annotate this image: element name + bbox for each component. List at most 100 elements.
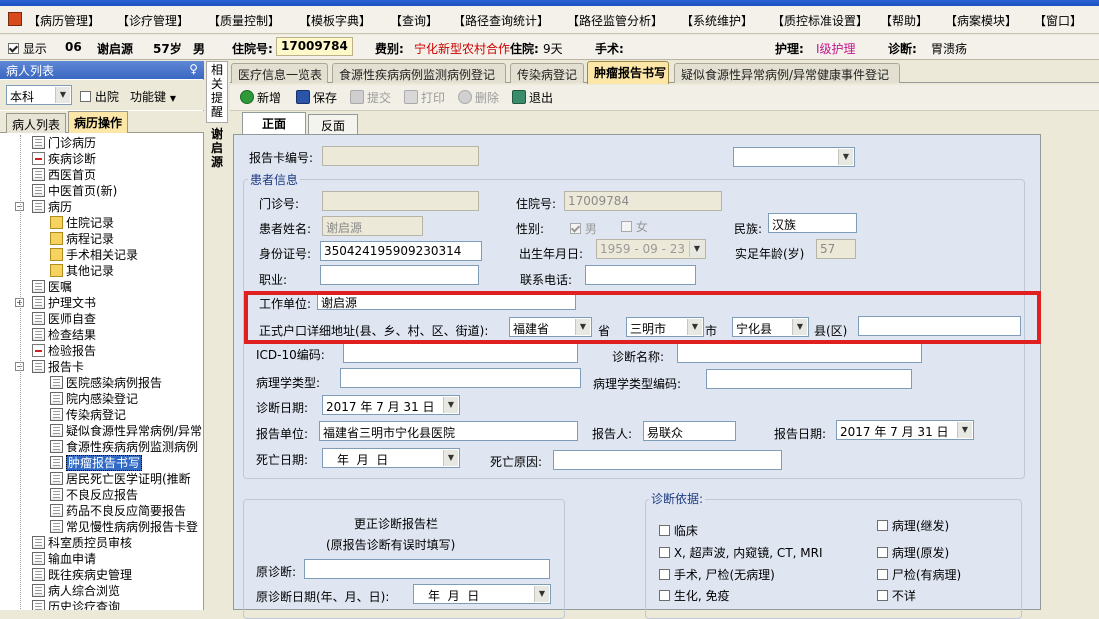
- tree-item[interactable]: 药品不良反应简要报告: [50, 503, 186, 519]
- patho-type-field[interactable]: [340, 368, 581, 388]
- tree-item[interactable]: 中医首页(新): [32, 183, 117, 199]
- show-checkbox[interactable]: [8, 43, 19, 54]
- occupation-field[interactable]: [320, 265, 479, 285]
- tab-infectious-disease-registration[interactable]: 传染病登记: [510, 63, 584, 83]
- basis-surgery-checkbox[interactable]: [659, 569, 670, 580]
- tab-record-operations[interactable]: 病历操作: [68, 111, 129, 133]
- tree-item[interactable]: 手术相关记录: [50, 247, 138, 263]
- dob-picker[interactable]: 1959 - 09 - 23 ▼: [596, 239, 706, 259]
- tree-item[interactable]: 病程记录: [50, 231, 114, 247]
- tree-item[interactable]: 传染病登记: [50, 407, 126, 423]
- phone-field[interactable]: [585, 265, 696, 285]
- ethnic-field[interactable]: 汉族: [768, 213, 857, 233]
- tree-item[interactable]: 既往疾病史管理: [32, 567, 132, 583]
- chevron-down-icon[interactable]: ▼: [689, 241, 704, 257]
- show-toggle[interactable]: 显示: [8, 40, 47, 57]
- basis-clinical-checkbox[interactable]: [659, 525, 670, 536]
- tree-item[interactable]: 居民死亡医学证明(推断: [50, 471, 191, 487]
- pin-icon[interactable]: ♀: [189, 62, 198, 76]
- orig-diag-date-picker[interactable]: 年 月 日 ▼: [413, 584, 551, 604]
- id-no-field[interactable]: 350424195909230314: [320, 241, 482, 261]
- menu-case-module[interactable]: 【病案模块】: [945, 12, 1017, 29]
- menu-medical-records[interactable]: 【病历管理】: [28, 12, 100, 29]
- diag-name-field[interactable]: [677, 343, 922, 363]
- exit-button[interactable]: 退出: [512, 89, 553, 106]
- chevron-down-icon[interactable]: ▼: [55, 87, 70, 103]
- chevron-down-icon[interactable]: ▼: [443, 450, 458, 466]
- report-date-picker[interactable]: 2017 年 7 月 31 日 ▼: [836, 420, 974, 440]
- chevron-down-icon[interactable]: ▼: [534, 586, 549, 602]
- death-cause-field[interactable]: [553, 450, 782, 470]
- discharged-toggle[interactable]: 出院: [80, 88, 119, 105]
- basis-unknown-checkbox[interactable]: [877, 590, 888, 601]
- report-unit-field[interactable]: 福建省三明市宁化县医院: [319, 421, 578, 441]
- patho-code-field[interactable]: [706, 369, 912, 389]
- tree-item[interactable]: 检查结果: [32, 327, 96, 343]
- orig-diag-field[interactable]: [304, 559, 550, 579]
- basis-unknown[interactable]: 不详: [877, 587, 916, 604]
- basis-imaging-checkbox[interactable]: [659, 547, 670, 558]
- icd10-field[interactable]: [343, 343, 578, 363]
- age-field[interactable]: 57: [816, 239, 856, 259]
- tab-suspected-foodborne-registration[interactable]: 疑似食源性异常病例/异常健康事件登记: [674, 63, 900, 83]
- basis-patho-secondary-checkbox[interactable]: [877, 520, 888, 531]
- gender-female-option[interactable]: 女: [621, 218, 648, 235]
- tree-item[interactable]: 疾病诊断: [32, 151, 96, 167]
- menu-system-maintenance[interactable]: 【系统维护】: [681, 12, 753, 29]
- card-no-field[interactable]: [322, 146, 479, 166]
- report-type-select[interactable]: ▼: [733, 147, 855, 167]
- inpatient-no-field[interactable]: 17009784: [564, 191, 722, 211]
- menu-help[interactable]: 【帮助】: [880, 12, 928, 29]
- tree-item[interactable]: 医师自查: [32, 311, 96, 327]
- basis-patho-primary[interactable]: 病理(原发): [877, 544, 949, 561]
- submit-button[interactable]: 提交: [350, 89, 391, 106]
- tree-item[interactable]: 门诊病历: [32, 135, 96, 151]
- tree-item[interactable]: 食源性疾病病例监测病例: [50, 439, 198, 455]
- reporter-field[interactable]: 易联众: [643, 421, 736, 441]
- tree-item[interactable]: 常见慢性病病例报告卡登: [50, 519, 198, 535]
- tab-front[interactable]: 正面: [242, 112, 306, 134]
- menu-qc-standard-settings[interactable]: 【质控标准设置】: [772, 12, 868, 29]
- tree-item[interactable]: 检验报告: [32, 343, 96, 359]
- menu-template-dict[interactable]: 【模板字典】: [299, 12, 371, 29]
- tree-item[interactable]: 输血申请: [32, 551, 96, 567]
- tree-item[interactable]: 其他记录: [50, 263, 114, 279]
- tree-item[interactable]: 科室质控员审核: [32, 535, 132, 551]
- tree-item[interactable]: 病历: [32, 199, 72, 215]
- func-key-button[interactable]: 功能键 ▼: [130, 88, 176, 105]
- diag-date-picker[interactable]: 2017 年 7 月 31 日 ▼: [322, 395, 460, 415]
- tab-medical-info-overview[interactable]: 医疗信息一览表: [231, 63, 328, 83]
- delete-button[interactable]: 删除: [458, 89, 499, 106]
- menu-quality-control[interactable]: 【质量控制】: [208, 12, 280, 29]
- chevron-down-icon[interactable]: ▼: [443, 397, 458, 413]
- tree-item[interactable]: 不良反应报告: [50, 487, 138, 503]
- menu-path-monitor-analysis[interactable]: 【路径监管分析】: [567, 12, 663, 29]
- patient-name-field[interactable]: 谢启源: [322, 216, 423, 236]
- tree-item[interactable]: 医院感染病例报告: [50, 375, 162, 391]
- gender-male-option[interactable]: 男: [570, 220, 597, 237]
- basis-biochem-checkbox[interactable]: [659, 590, 670, 601]
- tree-item[interactable]: 肿瘤报告书写: [50, 455, 143, 471]
- tab-tumor-report[interactable]: 肿瘤报告书写: [587, 61, 669, 84]
- menu-window[interactable]: 【窗口】: [1034, 12, 1082, 29]
- tab-foodborne-disease-registration[interactable]: 食源性疾病病例监测病例登记: [332, 63, 506, 83]
- tab-back[interactable]: 反面: [308, 114, 358, 134]
- related-reminders-tab[interactable]: 相关提醒: [210, 63, 224, 119]
- basis-imaging[interactable]: X, 超声波, 内窥镜, CT, MRI: [659, 544, 823, 561]
- save-button[interactable]: 保存: [296, 89, 337, 106]
- dept-select[interactable]: 本科 ▼: [6, 85, 72, 105]
- male-checkbox[interactable]: [570, 223, 581, 234]
- basis-surgery-autopsy-no-patho[interactable]: 手术, 尸检(无病理): [659, 566, 775, 583]
- tab-patient-list[interactable]: 病人列表: [6, 113, 67, 133]
- menu-path-query-stats[interactable]: 【路径查询统计】: [453, 12, 549, 29]
- basis-autopsy-checkbox[interactable]: [877, 569, 888, 580]
- tree-item[interactable]: 疑似食源性异常病例/异常: [50, 423, 202, 439]
- chevron-down-icon[interactable]: ▼: [957, 422, 972, 438]
- tree-item[interactable]: 历史诊疗查询: [32, 599, 120, 610]
- basis-patho-secondary[interactable]: 病理(继发): [877, 517, 949, 534]
- tree-item[interactable]: 西医首页: [32, 167, 96, 183]
- tree-item[interactable]: 住院记录: [50, 215, 114, 231]
- add-button[interactable]: 新增: [240, 89, 281, 106]
- print-button[interactable]: 打印: [404, 89, 445, 106]
- tree-item[interactable]: 报告卡: [32, 359, 84, 375]
